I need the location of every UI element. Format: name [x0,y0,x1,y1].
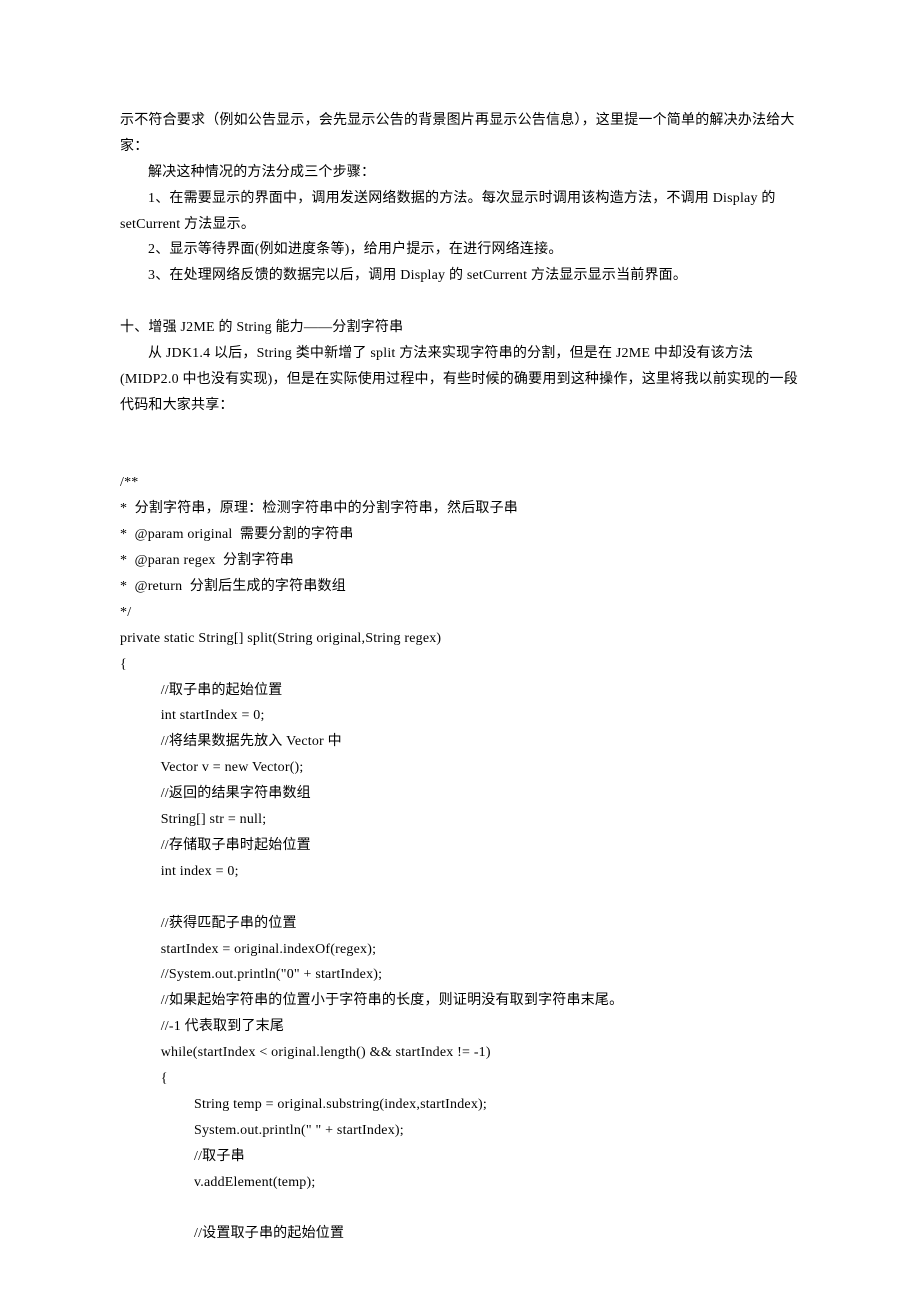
section-10-title: 十、增强 J2ME 的 String 能力——分割字符串 [120,315,800,341]
code-comment-neg1: //-1 代表取到了末尾 [120,1014,800,1040]
blank-line [120,1195,800,1221]
code-while: while(startIndex < original.length() && … [120,1040,800,1066]
code-println-commented: //System.out.println("0" + startIndex); [120,962,800,988]
code-comment-param2: * @paran regex 分割字符串 [120,548,800,574]
code-comment-close: */ [120,600,800,626]
paragraph-continuation: 示不符合要求（例如公告显示，会先显示公告的背景图片再显示公告信息），这里提一个简… [120,108,800,160]
code-comment-startpos: //取子串的起始位置 [120,678,800,704]
code-startindex: int startIndex = 0; [120,703,800,729]
code-comment-index: //存储取子串时起始位置 [120,833,800,859]
code-addelement: v.addElement(temp); [120,1170,800,1196]
code-comment-desc: * 分割字符串，原理：检测字符串中的分割字符串，然后取子串 [120,496,800,522]
code-index: int index = 0; [120,859,800,885]
code-brace-open: { [120,652,800,678]
document-page: 示不符合要求（例如公告显示，会先显示公告的背景图片再显示公告信息），这里提一个简… [0,0,920,1307]
code-vector: Vector v = new Vector(); [120,755,800,781]
code-substring: String temp = original.substring(index,s… [120,1092,800,1118]
blank-line [120,445,800,471]
code-comment-setstart: //设置取子串的起始位置 [120,1221,800,1247]
step-1: 1、在需要显示的界面中，调用发送网络数据的方法。每次显示时调用该构造方法，不调用… [120,186,800,238]
code-str-array: String[] str = null; [120,807,800,833]
code-comment-open: /** [120,470,800,496]
blank-line [120,419,800,445]
code-comment-sub: //取子串 [120,1144,800,1170]
code-comment-result: //返回的结果字符串数组 [120,781,800,807]
step-2: 2、显示等待界面(例如进度条等)，给用户提示，在进行网络连接。 [120,237,800,263]
code-comment-match: //获得匹配子串的位置 [120,911,800,937]
code-comment-param1: * @param original 需要分割的字符串 [120,522,800,548]
paragraph-intro: 解决这种情况的方法分成三个步骤： [120,160,800,186]
code-while-brace: { [120,1066,800,1092]
step-3: 3、在处理网络反馈的数据完以后，调用 Display 的 setCurrent … [120,263,800,289]
code-comment-vector: //将结果数据先放入 Vector 中 [120,729,800,755]
code-comment-condition: //如果起始字符串的位置小于字符串的长度，则证明没有取到字符串末尾。 [120,988,800,1014]
code-println: System.out.println(" " + startIndex); [120,1118,800,1144]
blank-line [120,289,800,315]
blank-line [120,885,800,911]
code-indexof: startIndex = original.indexOf(regex); [120,937,800,963]
code-comment-return: * @return 分割后生成的字符串数组 [120,574,800,600]
section-10-body: 从 JDK1.4 以后，String 类中新增了 split 方法来实现字符串的… [120,341,800,419]
code-method-sig: private static String[] split(String ori… [120,626,800,652]
